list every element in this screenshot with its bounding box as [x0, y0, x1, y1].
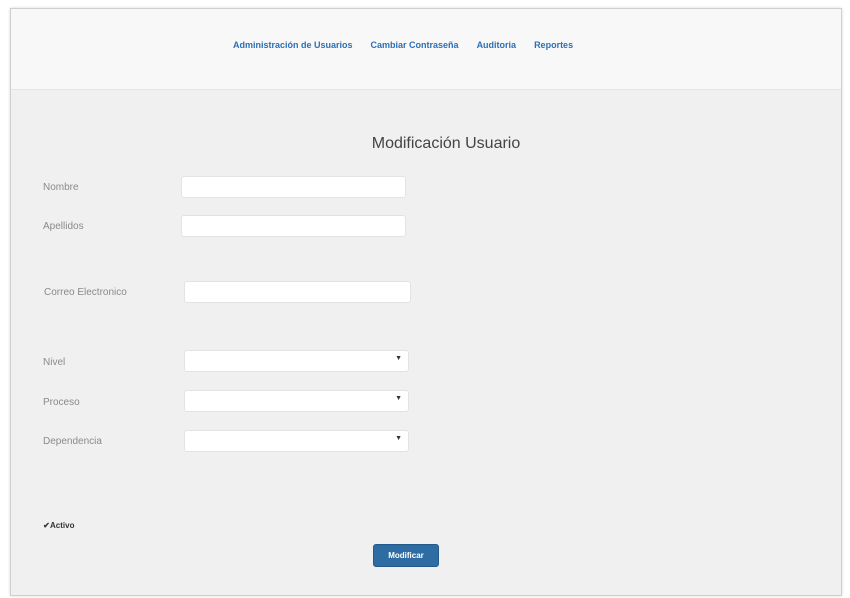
- caret-down-icon: ▼: [395, 355, 402, 362]
- correo-label: Correo Electronico: [44, 287, 127, 298]
- nav-links: Administración de Usuarios Cambiar Contr…: [233, 40, 573, 50]
- activo-label: Activo: [50, 521, 75, 530]
- nav-link-reportes[interactable]: Reportes: [534, 40, 573, 50]
- activo-checkbox[interactable]: ✔: [43, 522, 50, 530]
- page-title: Modificación Usuario: [371, 135, 521, 152]
- caret-down-icon: ▼: [395, 435, 402, 442]
- app-frame: Administración de Usuarios Cambiar Contr…: [10, 8, 842, 596]
- apellidos-input[interactable]: [181, 215, 406, 237]
- correo-input[interactable]: [184, 281, 411, 303]
- nombre-label: Nombre: [43, 182, 79, 193]
- top-navbar: Administración de Usuarios Cambiar Contr…: [11, 9, 841, 90]
- apellidos-label: Apellidos: [43, 221, 84, 232]
- dependencia-select[interactable]: ▼: [184, 430, 409, 452]
- activo-checkbox-row: ✔ Activo: [43, 521, 74, 530]
- dependencia-label: Dependencia: [43, 436, 102, 447]
- nav-link-auditoria[interactable]: Auditoria: [477, 40, 517, 50]
- nivel-label: Nivel: [43, 357, 66, 368]
- proceso-select[interactable]: ▼: [184, 390, 409, 412]
- nav-link-cambiar-contrasena[interactable]: Cambiar Contraseña: [371, 40, 459, 50]
- modificar-button[interactable]: Modificar: [373, 544, 439, 567]
- nombre-input[interactable]: [181, 176, 406, 198]
- nav-link-administracion-usuarios[interactable]: Administración de Usuarios: [233, 40, 353, 50]
- proceso-label: Proceso: [43, 397, 80, 408]
- nivel-select[interactable]: ▼: [184, 350, 409, 372]
- caret-down-icon: ▼: [395, 395, 402, 402]
